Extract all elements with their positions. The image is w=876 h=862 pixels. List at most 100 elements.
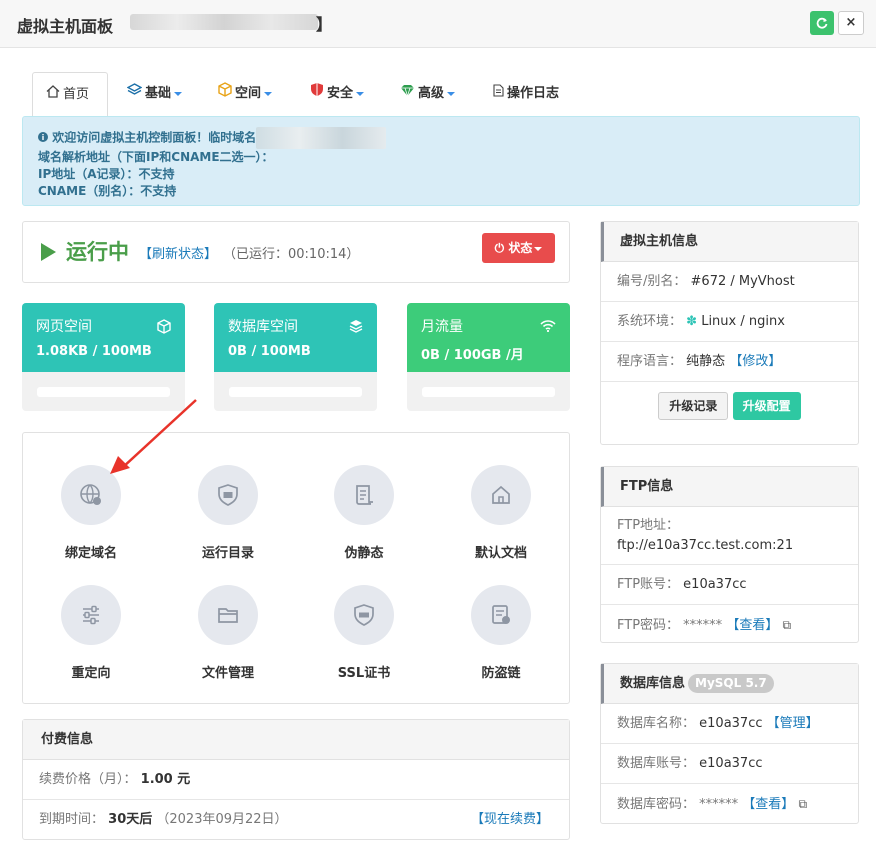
expire-date: （2023年09月22日） [156, 812, 288, 827]
func-file-manager[interactable]: 文件管理 [173, 585, 283, 681]
usage-label: 月流量 [421, 319, 463, 335]
ftp-addr-value: ftp://e10a37cc.test.com:21 [617, 538, 794, 553]
mysql-version-badge: MySQL 5.7 [688, 674, 774, 693]
func-icon-circle [198, 585, 258, 645]
usage-progress-bar [229, 387, 362, 397]
diamond-icon [400, 72, 415, 116]
payment-panel: 付费信息 续费价格（月）： 1.00 元 到期时间： 30天后 （2023年09… [22, 719, 570, 840]
tab-advanced[interactable]: 高级 [400, 72, 456, 117]
func-run-dir[interactable]: 运行目录 [173, 465, 283, 561]
db-manage-link[interactable]: 【管理】 [767, 716, 819, 731]
db-name-row: 数据库名称： e10a37cc 【管理】 [601, 704, 858, 744]
host-id-label: 编号/别名： [617, 274, 687, 289]
alert-line-4: CNAME（别名）：不支持 [38, 184, 177, 198]
upgrade-config-button[interactable]: 升级配置 [732, 392, 801, 420]
func-redirect[interactable]: 重定向 [36, 585, 146, 681]
usage-progress-bar [37, 387, 170, 397]
annotation-arrow [110, 399, 197, 474]
func-label: 防盗链 [481, 666, 521, 681]
chevron-down-icon [356, 91, 365, 96]
host-id-row: 编号/别名： #672 / MyVhost [601, 262, 858, 302]
usage-value: 0B / 100GB /月 [421, 348, 524, 363]
ftp-addr-row: FTP地址： ftp://e10a37cc.test.com:21 [601, 507, 858, 565]
usage-card-db-space: 数据库空间 0B / 100MB [214, 303, 377, 411]
cube-icon [218, 72, 232, 116]
func-rewrite[interactable]: 伪静态 [309, 465, 419, 561]
tab-space-label: 空间 [235, 86, 262, 101]
price-label: 续费价格（月）： [39, 772, 137, 787]
payment-title: 付费信息 [23, 720, 569, 760]
usage-card-web-space: 网页空间 1.08KB / 100MB [22, 303, 185, 411]
payment-price-row: 续费价格（月）： 1.00 元 [23, 760, 569, 800]
tab-security[interactable]: 安全 [310, 72, 365, 117]
usage-card-header: 网页空间 1.08KB / 100MB [22, 303, 185, 372]
shield-icon [310, 72, 324, 116]
tab-space[interactable]: 空间 [218, 72, 273, 117]
layers-icon [126, 72, 143, 116]
func-ssl[interactable]: SSL证书 [309, 585, 419, 681]
ftp-user-row: FTP账号： e10a37cc [601, 565, 858, 605]
close-button[interactable]: × [838, 11, 864, 35]
copy-icon[interactable]: ⧉ [782, 618, 791, 632]
scroll-icon [356, 485, 373, 505]
func-label: 绑定域名 [64, 546, 117, 561]
play-icon [41, 243, 56, 261]
chevron-down-icon [447, 91, 456, 96]
wifi-icon [540, 319, 556, 336]
tab-advanced-label: 高级 [418, 86, 445, 101]
func-bind-domain[interactable]: 绑定域名 [36, 465, 146, 561]
refresh-button[interactable] [810, 11, 834, 35]
alert-line-3: IP地址（A记录）：不支持 [38, 167, 175, 181]
status-button-label: 状态 [508, 241, 533, 255]
sliders-icon [83, 605, 99, 625]
folder-icon [218, 608, 238, 623]
usage-card-header: 数据库空间 0B / 100MB [214, 303, 377, 372]
func-default-doc[interactable]: 默认文档 [446, 465, 556, 561]
db-name-value: e10a37cc [699, 716, 763, 731]
status-dropdown-button[interactable]: ⏻ 状态 [482, 233, 555, 263]
upgrade-log-button[interactable]: 升级记录 [658, 392, 729, 420]
uptime-text: （已运行：00:10:14） [223, 247, 360, 262]
ftp-view-link[interactable]: 【查看】 [726, 618, 778, 633]
copy-icon[interactable]: ⧉ [798, 797, 807, 811]
tab-basic[interactable]: 基础 [126, 72, 183, 117]
function-grid: 绑定域名 运行目录 伪静态 默认文档 重定向 文件管理 SSL证书 防盗链 [22, 432, 570, 704]
tab-home[interactable]: 首页 [32, 72, 108, 117]
func-icon-circle [61, 585, 121, 645]
gear-icon: ✽ [686, 314, 698, 329]
func-label: 运行目录 [201, 546, 254, 561]
db-info-panel: 数据库信息 MySQL 5.7 数据库名称： e10a37cc 【管理】 数据库账… [600, 663, 859, 824]
expire-value: 30天后 [108, 812, 153, 827]
db-view-link[interactable]: 【查看】 [742, 797, 794, 812]
host-lang-row: 程序语言： 纯静态 【修改】 [601, 342, 858, 382]
tab-oplog[interactable]: 操作日志 [493, 72, 559, 117]
home-icon [46, 73, 60, 117]
title-redacted [130, 14, 318, 30]
func-label: 文件管理 [201, 666, 254, 681]
running-label: 运行中 [66, 240, 129, 264]
db-title-row: 数据库信息 MySQL 5.7 [601, 664, 858, 704]
ftp-pass-value: ****** [683, 618, 723, 633]
ftp-addr-label: FTP地址： [617, 518, 680, 533]
anti-leech-icon [492, 605, 510, 624]
func-icon-circle [334, 585, 394, 645]
alert-line-1: 欢迎访问虚拟主机控制面板！临时域名 [38, 127, 844, 149]
cube-icon [157, 319, 171, 338]
tab-oplog-label: 操作日志 [507, 86, 560, 101]
chevron-down-icon [264, 91, 273, 96]
home-icon [492, 485, 510, 504]
renew-link[interactable]: 【现在续费】 [471, 800, 549, 840]
chevron-down-icon [534, 246, 543, 251]
welcome-alert: 欢迎访问虚拟主机控制面板！临时域名 域名解析地址（下面IP和CNAME二选一）：… [22, 116, 860, 206]
refresh-status-link[interactable]: 【刷新状态】 [139, 243, 217, 262]
running-status: 运行中 [41, 236, 129, 266]
modify-lang-link[interactable]: 【修改】 [729, 354, 781, 369]
host-lang-label: 程序语言： [617, 354, 683, 369]
func-anti-leech[interactable]: 防盗链 [446, 585, 556, 681]
usage-value: 1.08KB / 100MB [36, 344, 152, 359]
refresh-icon [816, 17, 828, 29]
func-label: SSL证书 [337, 666, 391, 681]
window-title: 虚拟主机面板 [17, 17, 114, 36]
host-actions: 升级记录 升级配置 [601, 382, 858, 420]
payment-expire-row: 到期时间： 30天后 （2023年09月22日） 【现在续费】 [23, 800, 569, 840]
